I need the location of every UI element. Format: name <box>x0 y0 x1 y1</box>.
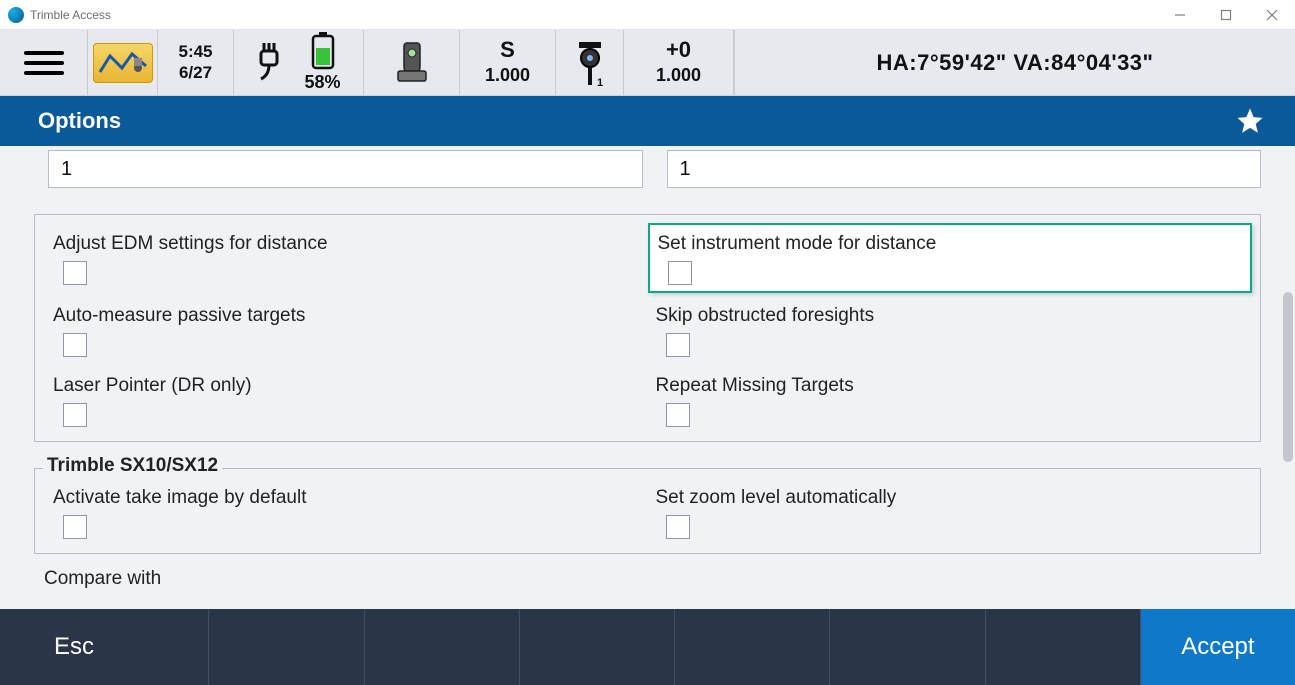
hamburger-icon <box>24 50 64 76</box>
target-metric-cell[interactable]: +0 1.000 <box>624 30 734 95</box>
softkey-bar: Esc Accept <box>0 609 1295 685</box>
input-right[interactable]: 1 <box>667 150 1262 188</box>
checkbox-adjust-edm[interactable] <box>63 261 87 285</box>
date-label: 6/27 <box>179 63 212 83</box>
checkbox-repeat-missing[interactable] <box>666 403 690 427</box>
softkey-2[interactable] <box>209 609 364 685</box>
option-set-instrument-mode: Set instrument mode for distance <box>648 223 1253 293</box>
power-cell[interactable]: 58% <box>234 30 364 95</box>
instrument-cell[interactable] <box>364 30 460 95</box>
softkey-4[interactable] <box>520 609 675 685</box>
favorite-star-icon[interactable] <box>1235 106 1265 136</box>
target-value: 1.000 <box>656 65 701 86</box>
window-title: Trimble Access <box>30 8 111 22</box>
job-icon <box>93 43 153 83</box>
checkbox-laser-pointer[interactable] <box>63 403 87 427</box>
option-laser-pointer: Laser Pointer (DR only) <box>51 371 642 429</box>
target-offset: +0 <box>666 39 691 61</box>
option-set-zoom-auto: Set zoom level automatically <box>654 483 1245 541</box>
svg-text:1: 1 <box>597 77 603 88</box>
options-group-distance: Adjust EDM settings for distance Set ins… <box>34 214 1261 442</box>
menu-button[interactable] <box>0 30 88 95</box>
minimize-button[interactable] <box>1157 0 1203 30</box>
page-title: Options <box>38 108 121 134</box>
angles-readout: HA:7°59'42" VA:84°04'33" <box>877 50 1154 76</box>
s-metric-cell[interactable]: S 1.000 <box>460 30 556 95</box>
app-icon <box>8 7 24 23</box>
option-skip-obstructed: Skip obstructed foresights <box>654 301 1245 359</box>
group-legend-sx10: Trimble SX10/SX12 <box>43 455 222 477</box>
checkbox-set-zoom-auto[interactable] <box>666 515 690 539</box>
battery-icon <box>310 32 336 70</box>
scrollbar-thumb[interactable] <box>1283 292 1293 462</box>
target-icon-cell[interactable]: 1 <box>556 30 624 95</box>
option-adjust-edm: Adjust EDM settings for distance <box>51 229 642 289</box>
checkbox-set-instrument-mode[interactable] <box>668 261 692 285</box>
softkey-7[interactable] <box>986 609 1141 685</box>
total-station-icon <box>392 39 432 87</box>
option-activate-take-image: Activate take image by default <box>51 483 642 541</box>
checkbox-auto-measure[interactable] <box>63 333 87 357</box>
status-bar: 5:45 6/27 58% S 1.000 <box>0 30 1295 96</box>
angles-cell[interactable]: HA:7°59'42" VA:84°04'33" <box>734 30 1295 95</box>
content-area: 1 1 Adjust EDM settings for distance Set… <box>0 146 1295 609</box>
input-left[interactable]: 1 <box>48 150 643 188</box>
page-header: Options <box>0 96 1295 146</box>
maximize-button[interactable] <box>1203 0 1249 30</box>
power-plug-icon <box>256 41 282 85</box>
softkey-5[interactable] <box>675 609 830 685</box>
softkey-esc[interactable]: Esc <box>0 609 209 685</box>
s-label: S <box>500 39 515 61</box>
battery-percent: 58% <box>304 72 340 93</box>
compare-with-label: Compare with <box>44 568 1261 590</box>
option-repeat-missing: Repeat Missing Targets <box>654 371 1245 429</box>
option-auto-measure: Auto-measure passive targets <box>51 301 642 359</box>
window-titlebar: Trimble Access <box>0 0 1295 30</box>
checkbox-skip-obstructed[interactable] <box>666 333 690 357</box>
datetime-cell[interactable]: 5:45 6/27 <box>158 30 234 95</box>
softkey-3[interactable] <box>365 609 520 685</box>
softkey-6[interactable] <box>830 609 985 685</box>
softkey-accept[interactable]: Accept <box>1141 609 1295 685</box>
close-button[interactable] <box>1249 0 1295 30</box>
checkbox-activate-take-image[interactable] <box>63 515 87 539</box>
s-value: 1.000 <box>485 65 530 86</box>
prism-target-icon: 1 <box>573 38 607 88</box>
options-group-sx10: Trimble SX10/SX12 Activate take image by… <box>34 468 1261 554</box>
time-label: 5:45 <box>178 42 212 62</box>
job-button[interactable] <box>88 30 158 95</box>
